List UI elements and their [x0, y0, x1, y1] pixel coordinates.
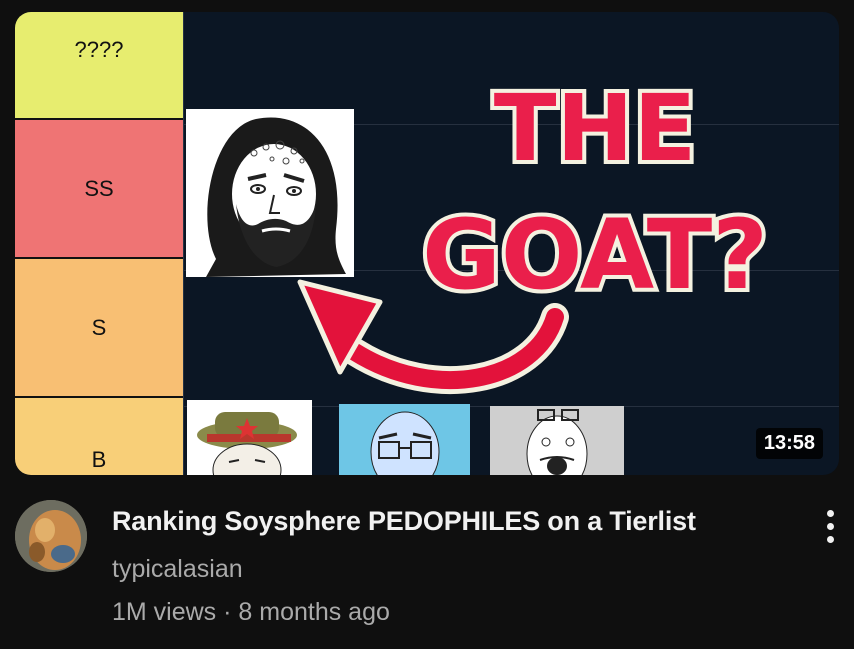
video-title[interactable]: Ranking Soysphere PEDOPHILES on a Tierli… [112, 506, 696, 537]
video-stats: 1M views · 8 months ago [112, 598, 390, 627]
portrait-glasses-wojak [339, 404, 470, 475]
more-vert-icon[interactable] [815, 504, 845, 548]
portrait-shouting-wojak [490, 406, 624, 475]
video-thumbnail[interactable]: ???? SS S B THE GOAT? 13:58 [15, 12, 839, 475]
channel-name[interactable]: typicalasian [112, 555, 243, 584]
tier-label: B [91, 447, 107, 472]
tier-ss: SS [15, 120, 183, 259]
stats-separator: · [216, 598, 239, 626]
tier-labels: ???? SS S B [15, 12, 183, 475]
upload-age: 8 months ago [238, 598, 390, 626]
tier-label: S [91, 314, 107, 340]
channel-avatar[interactable] [15, 500, 87, 572]
video-metadata: Ranking Soysphere PEDOPHILES on a Tierli… [15, 500, 845, 640]
tier-b: B [15, 398, 183, 475]
tier-label: SS [84, 175, 114, 201]
duration-badge: 13:58 [755, 428, 823, 459]
tier-label: ???? [74, 37, 124, 62]
tier-unknown: ???? [15, 12, 183, 120]
portrait-bearded-wojak [186, 109, 354, 277]
soldier-drawing [197, 412, 297, 475]
glasses-drawing [370, 411, 440, 475]
curved-arrow-icon [297, 279, 569, 394]
shouting-drawing [526, 409, 588, 475]
avatar-image [15, 500, 87, 572]
wojak-drawing [206, 117, 346, 277]
headline-line-1: THE [494, 75, 697, 182]
tier-s: S [15, 259, 183, 398]
portrait-soldier-wojak [187, 400, 312, 475]
view-count: 1M views [112, 598, 217, 626]
